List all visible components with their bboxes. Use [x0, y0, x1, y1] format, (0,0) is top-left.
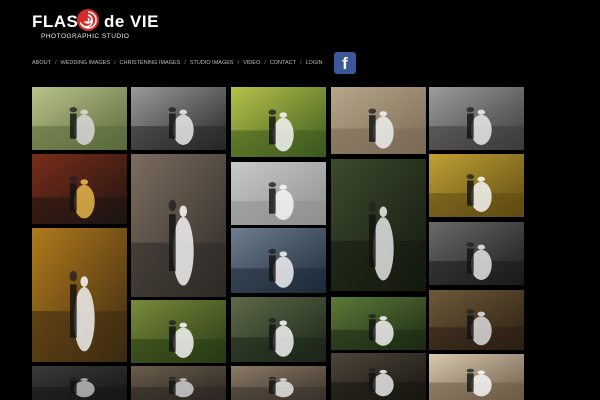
stone-wall-photo[interactable] [131, 366, 226, 400]
couple-garden-photo[interactable] [231, 87, 326, 157]
autumn-couple-photo[interactable] [32, 228, 127, 362]
autumn-kiss-photo[interactable] [429, 154, 524, 217]
logo-tagline: PHOTOGRAPHIC STUDIO [41, 33, 130, 40]
facebook-icon[interactable]: f [334, 52, 356, 74]
bride-closeup-photo[interactable] [429, 354, 524, 400]
couple-embrace-bw-photo[interactable] [131, 87, 226, 150]
site-logo[interactable]: FLASH de VIE PHOTOGRAPHIC STUDIO [32, 6, 182, 42]
nav-separator: / [184, 60, 186, 66]
nav-separator: / [264, 60, 266, 66]
nav-separator: / [114, 60, 116, 66]
carousel-night-photo[interactable] [32, 154, 127, 224]
nav-login[interactable]: LOGIN [305, 60, 322, 66]
logo-word-right: de VIE [104, 12, 159, 31]
nav-separator: / [237, 60, 240, 66]
waterfall-couple-photo[interactable] [231, 297, 326, 362]
nav-wedding-images[interactable]: WEDDING IMAGES [60, 60, 110, 66]
nav-contact[interactable]: CONTACT [270, 60, 296, 66]
spiral-logo-icon [77, 9, 99, 31]
arched-tunnel-photo[interactable] [331, 353, 426, 400]
dining-hall-photo[interactable] [231, 162, 326, 225]
couple-field-photo[interactable] [331, 87, 426, 154]
dark-doorway-photo[interactable] [32, 366, 127, 400]
wooden-bench-photo[interactable] [429, 290, 524, 350]
ruins-interior-photo[interactable] [231, 366, 326, 400]
nav-studio-images[interactable]: STUDIO IMAGES [190, 60, 234, 66]
hallway-bw-photo[interactable] [429, 222, 524, 285]
nav-christening-images[interactable]: CHRISTENING IMAGES [120, 60, 181, 66]
nav-about[interactable]: ABOUT [32, 60, 51, 66]
stone-arch-photo[interactable] [131, 154, 226, 297]
nav-video[interactable]: VIDEO [243, 60, 260, 66]
lake-couple-photo[interactable] [231, 228, 326, 293]
couple-meadow-photo[interactable] [131, 300, 226, 363]
forest-fence-photo[interactable] [331, 297, 426, 350]
forest-snow-photo[interactable] [331, 159, 426, 291]
car-couple-photo[interactable] [32, 87, 127, 150]
main-nav: ABOUT / WEDDING IMAGES / CHRISTENING IMAGES /… [32, 60, 323, 66]
couple-ruins-bw-photo[interactable] [429, 87, 524, 150]
